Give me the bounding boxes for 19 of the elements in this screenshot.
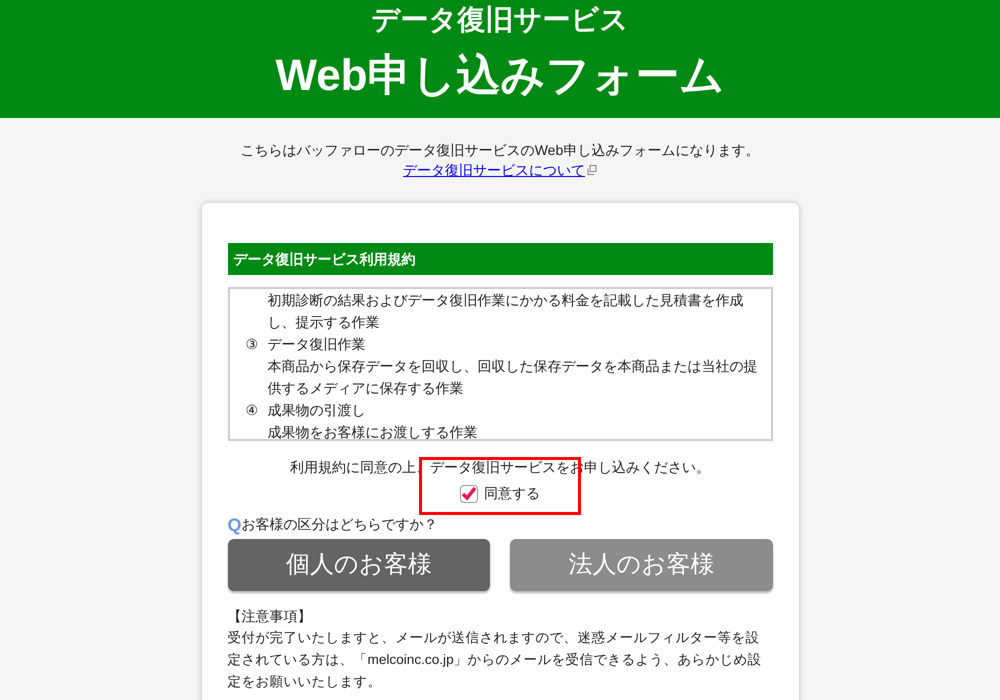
customer-type-button[interactable]: 個人のお客様 bbox=[228, 539, 490, 591]
header-title: Web申し込みフォーム bbox=[275, 50, 725, 102]
agree-checkbox[interactable]: 同意する bbox=[460, 483, 540, 504]
notes-heading: 【注意事項】 bbox=[228, 607, 312, 626]
service-link[interactable]: データ復旧サービスについて bbox=[403, 160, 597, 180]
question-text: お客様の区分はどちらですか？ bbox=[242, 515, 438, 534]
header-subtitle: データ復旧サービス bbox=[372, 3, 628, 37]
terms-text: 本商品から保存データを回収し、回収した保存データを本商品または当社の提供するメディアに保存する作業 bbox=[268, 357, 758, 398]
terms-text: データ復旧作業 bbox=[268, 335, 366, 354]
terms-heading: データ復旧サービス利用規約 bbox=[228, 243, 772, 275]
terms-text: 成果物の引渡し bbox=[268, 401, 366, 420]
item-number: ④ bbox=[246, 401, 260, 420]
external-link-icon bbox=[587, 165, 597, 175]
intro-text: こちらはバッファローのデータ復旧サービスのWeb申し込みフォームになります。 bbox=[240, 141, 760, 160]
question-mark: Q bbox=[228, 515, 242, 535]
notes-text: 受付が完了いたしますと、メールが送信されますので、迷惑メールフィルター等を設定されている方は、「melcoinc.co.jp」からのメールを受信できるよう、あらかじめ設定をお願いいたします。 bbox=[228, 629, 763, 691]
terms-text: 初期診断の結果およびデータ復旧作業にかかる料金を記載した見積書を作成し、提示する作業 bbox=[268, 291, 744, 332]
checkmark-icon bbox=[461, 486, 477, 500]
item-number: ③ bbox=[246, 335, 260, 354]
